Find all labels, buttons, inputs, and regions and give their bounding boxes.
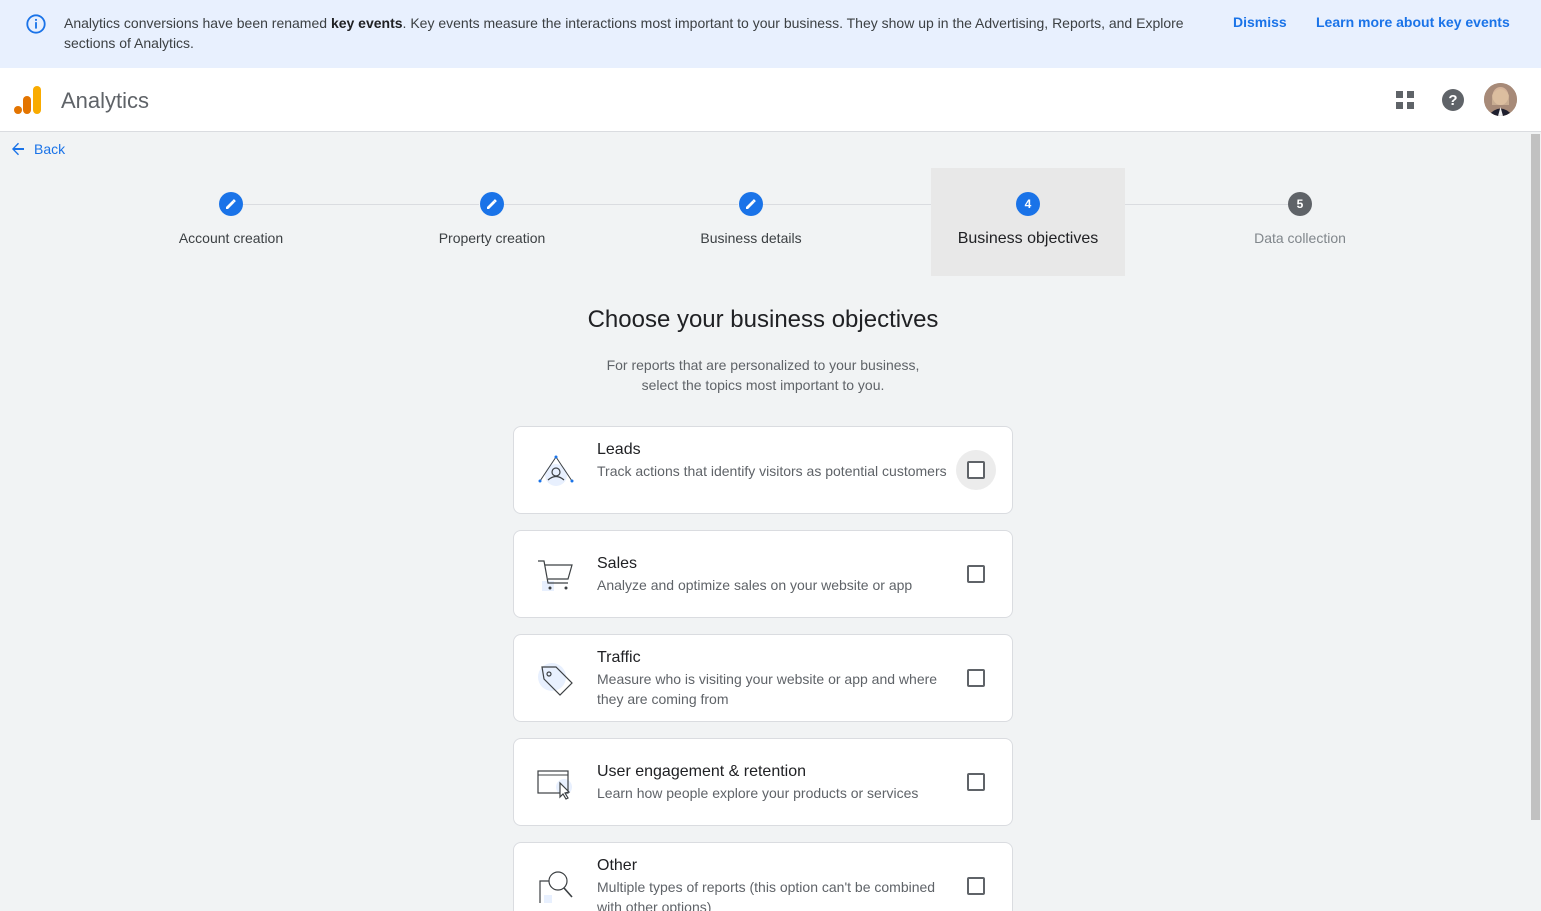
leads-checkbox[interactable] bbox=[956, 450, 996, 490]
step-label: Account creation bbox=[178, 230, 284, 246]
step-number: 5 bbox=[1288, 192, 1312, 216]
step-label: Data collection bbox=[1254, 230, 1346, 246]
app-header: Analytics ? bbox=[0, 68, 1541, 132]
objective-title: Traffic bbox=[597, 649, 641, 666]
step-label: Business details bbox=[700, 230, 802, 246]
step-account-creation[interactable]: Account creation bbox=[151, 168, 311, 246]
notification-banner: Analytics conversions have been renamed … bbox=[0, 0, 1541, 68]
objective-card-user-engagement[interactable]: User engagement & retention Learn how pe… bbox=[513, 738, 1013, 826]
shopping-cart-icon bbox=[538, 560, 573, 591]
app-name: Analytics bbox=[61, 88, 150, 113]
objective-card-leads[interactable]: Leads Track actions that identify visito… bbox=[513, 426, 1013, 514]
objective-description: Multiple types of reports (this option c… bbox=[597, 879, 936, 911]
account-avatar[interactable] bbox=[1484, 83, 1517, 116]
scrollbar-thumb[interactable] bbox=[1531, 134, 1540, 820]
leads-icon bbox=[538, 455, 574, 486]
browser-cursor-icon bbox=[537, 770, 572, 800]
dismiss-button[interactable]: Dismiss bbox=[1233, 14, 1287, 30]
tag-icon bbox=[538, 663, 573, 696]
banner-bold-term: key events bbox=[330, 15, 403, 31]
magnifier-icon bbox=[539, 871, 573, 903]
objective-card-other[interactable]: Other Multiple types of reports (this op… bbox=[513, 842, 1013, 911]
objective-title: Other bbox=[597, 857, 638, 874]
objective-description: Analyze and optimize sales on your websi… bbox=[597, 577, 913, 593]
objective-title: Sales bbox=[597, 555, 638, 572]
traffic-checkbox[interactable] bbox=[956, 658, 996, 698]
pencil-icon bbox=[739, 192, 763, 216]
objective-title: Leads bbox=[597, 441, 641, 458]
pencil-icon bbox=[480, 192, 504, 216]
apps-grid-icon[interactable] bbox=[1391, 86, 1419, 114]
step-label: Property creation bbox=[438, 230, 546, 246]
sales-checkbox[interactable] bbox=[956, 554, 996, 594]
objective-card-traffic[interactable]: Traffic Measure who is visiting your web… bbox=[513, 634, 1013, 722]
objective-description: Track actions that identify visitors as … bbox=[597, 463, 947, 479]
step-property-creation[interactable]: Property creation bbox=[412, 168, 572, 246]
info-icon bbox=[26, 14, 46, 34]
objective-description: Learn how people explore your products o… bbox=[597, 785, 919, 801]
banner-message: Analytics conversions have been renamed … bbox=[64, 15, 1184, 51]
other-checkbox[interactable] bbox=[956, 866, 996, 906]
objective-description: Measure who is visiting your website or … bbox=[597, 671, 938, 707]
pencil-icon bbox=[219, 192, 243, 216]
user-engagement-checkbox[interactable] bbox=[956, 762, 996, 802]
step-business-objectives[interactable]: 4 Business objectives bbox=[931, 168, 1125, 276]
step-label: Business objectives bbox=[957, 230, 1099, 247]
analytics-logo[interactable] bbox=[14, 84, 42, 116]
step-business-details[interactable]: Business details bbox=[671, 168, 831, 246]
step-data-collection: 5 Data collection bbox=[1220, 168, 1380, 246]
page-title: Choose your business objectives bbox=[587, 306, 939, 333]
svg-text:?: ? bbox=[1448, 92, 1457, 109]
page-subtitle: For reports that are personalized to you… bbox=[606, 357, 920, 393]
objective-title: User engagement & retention bbox=[597, 763, 807, 780]
help-icon[interactable]: ? bbox=[1439, 86, 1467, 114]
step-number: 4 bbox=[1016, 192, 1040, 216]
back-label: Back bbox=[34, 141, 66, 157]
arrow-back-icon bbox=[12, 142, 24, 156]
objective-card-sales[interactable]: Sales Analyze and optimize sales on your… bbox=[513, 530, 1013, 618]
learn-more-link[interactable]: Learn more about key events bbox=[1316, 14, 1510, 30]
back-button[interactable]: Back bbox=[10, 141, 65, 157]
